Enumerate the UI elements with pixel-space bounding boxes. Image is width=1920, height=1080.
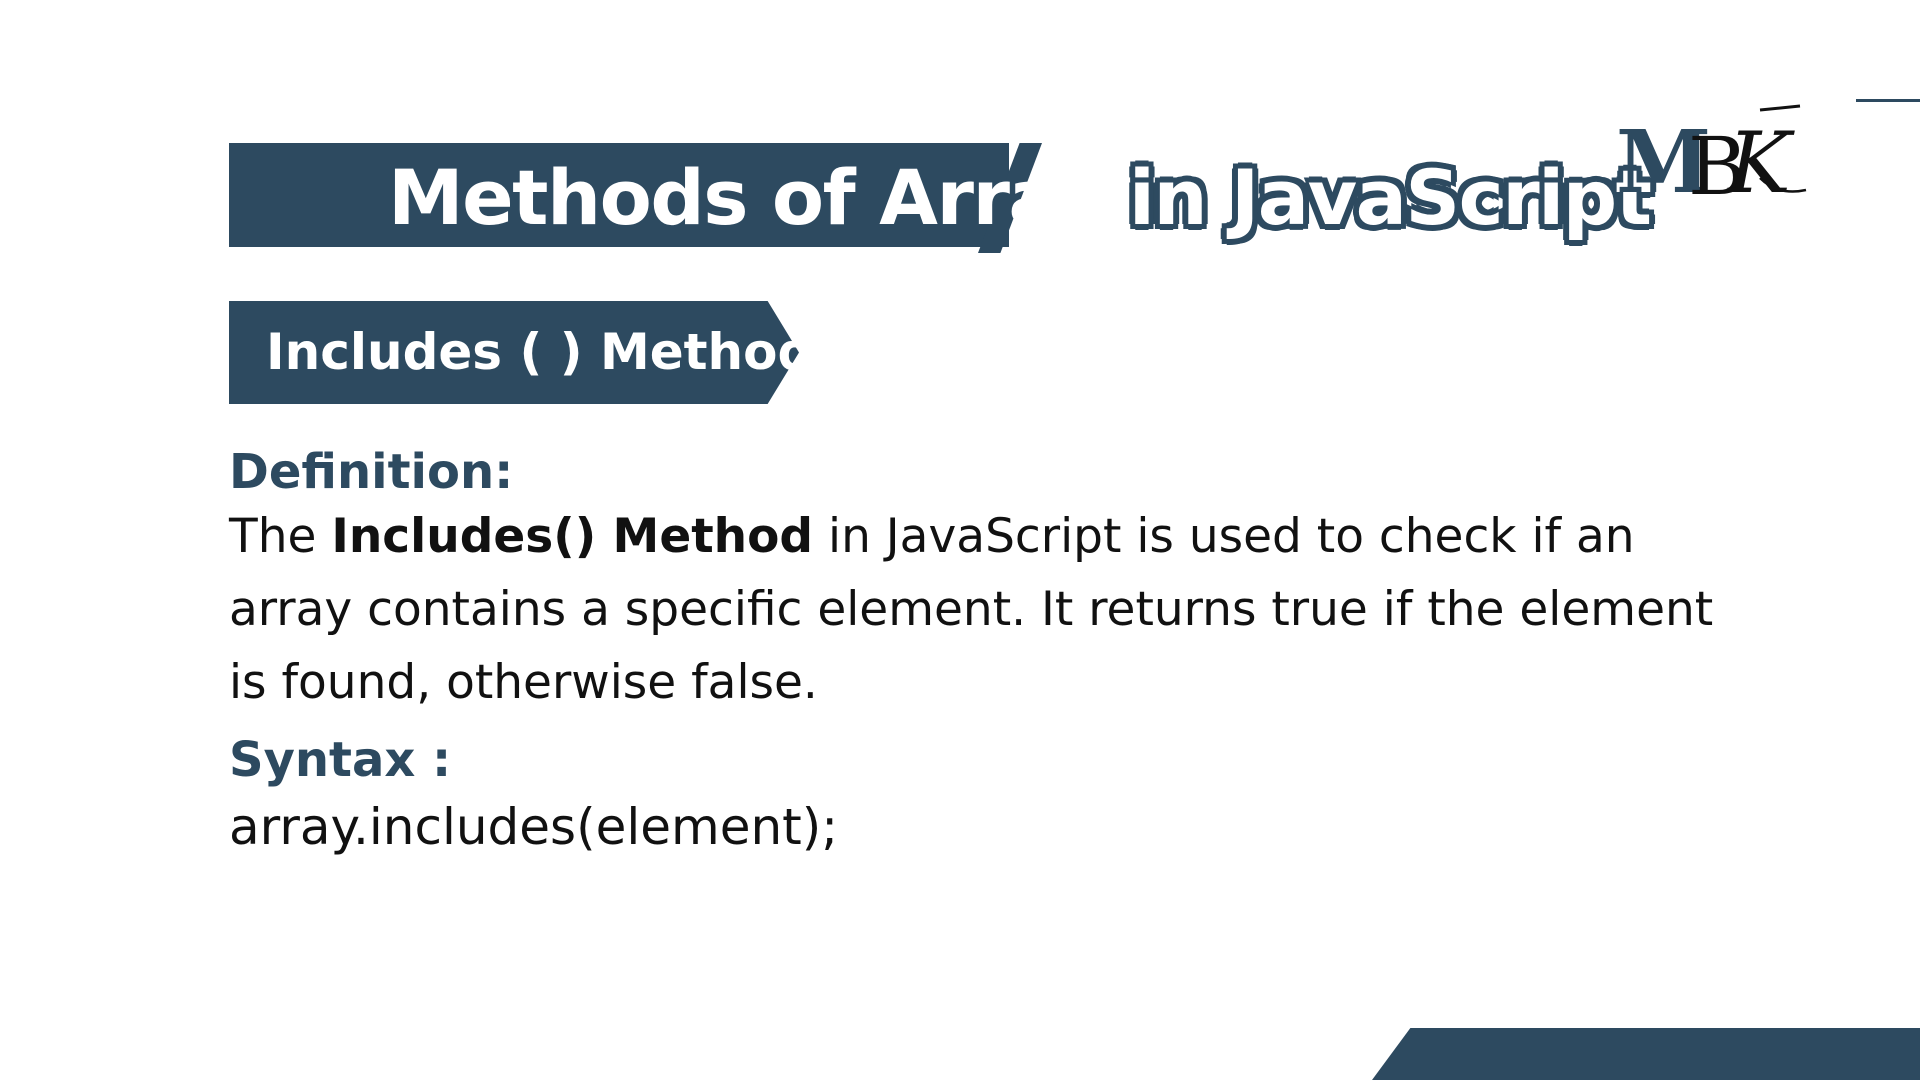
syntax-label: Syntax : (229, 732, 452, 788)
bottom-accent-bar (1372, 1028, 1920, 1080)
logo-top-stroke (1759, 104, 1801, 112)
definition-line1-rest: in JavaScript is used to check if an (813, 509, 1635, 564)
definition-lead: The (229, 509, 332, 564)
definition-line3: is found, otherwise false. (229, 655, 818, 710)
logo-letter-k: K (1726, 114, 1795, 210)
top-right-accent-line (1856, 99, 1920, 102)
slide-title-part1: Methods of Array (388, 153, 1105, 242)
definition-line2: array contains a specific element. It re… (229, 582, 1714, 637)
syntax-code: array.includes(element); (229, 798, 839, 856)
definition-label: Definition: (229, 444, 514, 500)
slide-title: Methods of Array in JavaScript (388, 148, 1652, 248)
method-heading: Includes ( ) Method (266, 323, 814, 381)
slide-title-part2: in JavaScript (1128, 153, 1652, 242)
definition-text: The Includes() Method in JavaScript is u… (229, 500, 1829, 719)
definition-term: Includes() Method (331, 509, 814, 564)
mbk-logo: M B K (1616, 104, 1807, 210)
